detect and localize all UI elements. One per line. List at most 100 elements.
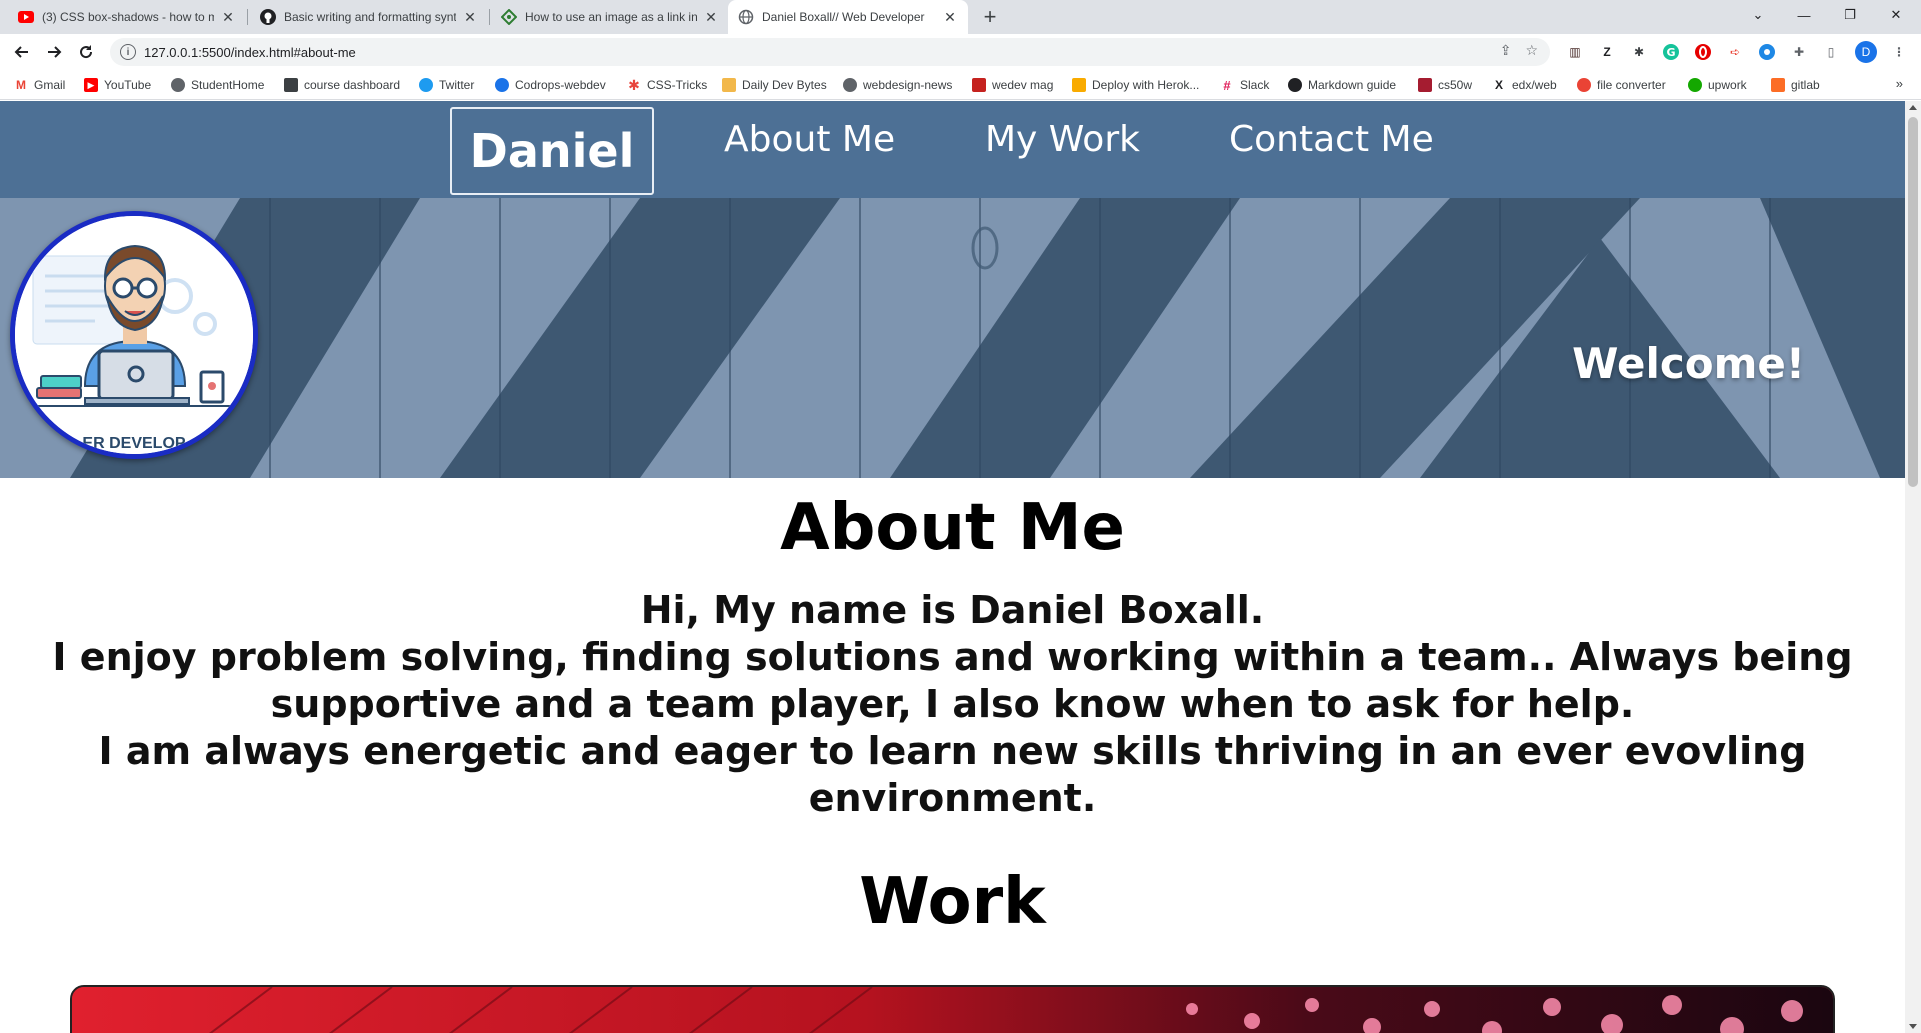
more-bookmarks-icon[interactable]: »: [1896, 76, 1903, 91]
upwork-icon: [1688, 78, 1702, 92]
close-icon[interactable]: ✕: [703, 9, 719, 25]
kebab-menu-icon[interactable]: ⋮: [1889, 42, 1909, 62]
site-navbar: Daniel About Me My Work Contact Me: [0, 101, 1905, 198]
svg-text:G: G: [1666, 46, 1675, 59]
bookmark-css-tricks[interactable]: ✱ CSS-Tricks: [627, 76, 707, 94]
csstricks-icon: ✱: [628, 76, 640, 93]
bookmarks-bar: M Gmail ▶ YouTube StudentHome course dashb…: [0, 70, 1921, 100]
bookmark-twitter[interactable]: Twitter: [419, 76, 474, 94]
extension-chat-icon[interactable]: [1757, 42, 1777, 62]
grammarly-icon[interactable]: G: [1661, 42, 1681, 62]
tab-title: (3) CSS box-shadows - how to m: [42, 10, 214, 24]
adblock-icon[interactable]: [1693, 42, 1713, 62]
bookmark-gmail[interactable]: M Gmail: [14, 76, 65, 94]
nav-link-contact-me[interactable]: Contact Me: [1229, 119, 1434, 160]
reload-icon[interactable]: [74, 40, 98, 64]
bookmark-label: file converter: [1597, 78, 1666, 92]
bookmark-file-converter[interactable]: file converter: [1577, 76, 1666, 94]
bookmark-star-icon[interactable]: ☆: [1525, 42, 1538, 59]
extension-audio-icon[interactable]: ▥: [1565, 42, 1585, 62]
bookmark-markdown-guide[interactable]: Markdown guide: [1288, 76, 1396, 94]
close-icon[interactable]: ✕: [942, 9, 958, 25]
bookmark-label: CSS-Tricks: [647, 78, 708, 92]
bookmark-gitlab[interactable]: gitlab: [1771, 76, 1820, 94]
bookmark-label: Slack: [1240, 78, 1270, 92]
page-scrollbar[interactable]: [1905, 101, 1921, 1033]
edx-icon: X: [1494, 78, 1503, 92]
close-icon[interactable]: ✕: [462, 9, 478, 25]
profile-avatar-image: ER DEVELOP: [10, 211, 258, 459]
work-project-card[interactable]: [70, 985, 1835, 1033]
bookmark-label: Daily Dev Bytes: [742, 78, 827, 92]
bookmark-label: course dashboard: [304, 78, 401, 92]
youtube-icon: ▶: [84, 78, 98, 92]
bookmark-label: edx/web: [1512, 78, 1557, 92]
address-bar[interactable]: i 127.0.0.1:5500/index.html#about-me ⇪ ☆: [110, 38, 1550, 66]
bookmark-label: wedev mag: [992, 78, 1054, 92]
nav-link-my-work[interactable]: My Work: [985, 119, 1140, 160]
bookmark-daily-dev-bytes[interactable]: Daily Dev Bytes: [722, 76, 827, 94]
nav-link-about-me[interactable]: About Me: [724, 119, 895, 160]
tab-title: Basic writing and formatting synt: [284, 10, 456, 24]
bookmark-course-dashboard[interactable]: course dashboard: [284, 76, 400, 94]
minimize-icon[interactable]: —: [1781, 0, 1827, 30]
bookmark-edx-web[interactable]: Xedx/web: [1492, 76, 1557, 94]
browser-tab-4-active[interactable]: Daniel Boxall// Web Developer ✕: [728, 0, 968, 34]
extension-sparkle-icon[interactable]: ✱: [1629, 42, 1649, 62]
codrops-icon: [495, 78, 509, 92]
scroll-down-icon[interactable]: [1909, 1024, 1917, 1029]
bytes-icon: [722, 78, 736, 92]
about-line-learning: I am always energetic and eager to learn…: [98, 729, 1807, 820]
bookmark-label: Twitter: [439, 78, 475, 92]
bookmark-upwork[interactable]: upwork: [1688, 76, 1747, 94]
bookmark-deploy-heroku[interactable]: Deploy with Herok...: [1072, 76, 1199, 94]
gitlab-icon: [1771, 78, 1785, 92]
gmail-icon: M: [16, 78, 26, 92]
forward-icon[interactable]: [42, 40, 66, 64]
browser-tab-1[interactable]: (3) CSS box-shadows - how to m ✕: [8, 0, 246, 34]
brand-logo-link[interactable]: Daniel: [450, 107, 654, 195]
bookmark-studenthome[interactable]: StudentHome: [171, 76, 264, 94]
tab-divider: [489, 9, 490, 25]
extension-arrow-icon[interactable]: ➪: [1725, 42, 1745, 62]
profile-avatar[interactable]: D: [1855, 41, 1877, 63]
back-icon[interactable]: [10, 40, 34, 64]
scroll-up-icon[interactable]: [1909, 105, 1917, 110]
close-window-icon[interactable]: ✕: [1873, 0, 1919, 30]
bookmark-label: Deploy with Herok...: [1092, 78, 1200, 92]
github-icon: [260, 9, 276, 25]
twitter-icon: [419, 78, 433, 92]
browser-tab-2[interactable]: Basic writing and formatting synt ✕: [250, 0, 488, 34]
bookmark-youtube[interactable]: ▶ YouTube: [84, 76, 151, 94]
developer-illustration: ER DEVELOP: [15, 216, 253, 454]
work-card-image: [72, 987, 1833, 1033]
bookmark-label: YouTube: [104, 78, 152, 92]
converter-icon: [1577, 78, 1591, 92]
bookmark-slack[interactable]: # Slack: [1220, 76, 1269, 94]
close-icon[interactable]: ✕: [220, 9, 236, 25]
tab-divider: [247, 9, 248, 25]
bookmark-label: Markdown guide: [1308, 78, 1397, 92]
extension-z-icon[interactable]: Z: [1597, 42, 1617, 62]
bookmark-webdesign-news[interactable]: webdesign-news: [843, 76, 952, 94]
browser-tab-3[interactable]: How to use an image as a link in ✕: [491, 0, 729, 34]
site-info-icon[interactable]: i: [120, 44, 136, 60]
bookmark-label: gitlab: [1791, 78, 1820, 92]
extensions-puzzle-icon[interactable]: ✚: [1789, 42, 1809, 62]
globe-icon: [843, 78, 857, 92]
webdevmag-icon: [972, 78, 986, 92]
bookmark-wedev-mag[interactable]: wedev mag: [972, 76, 1053, 94]
bookmark-cs50w[interactable]: cs50w: [1418, 76, 1472, 94]
about-line-name: Hi, My name is Daniel Boxall.: [640, 588, 1265, 632]
new-tab-button[interactable]: +: [978, 4, 1002, 29]
tab-search-icon[interactable]: ⌄: [1735, 0, 1781, 30]
diamond-icon: [501, 9, 517, 25]
restore-icon[interactable]: ❐: [1827, 0, 1873, 30]
slack-icon: #: [1223, 77, 1231, 93]
scrollbar-thumb[interactable]: [1908, 117, 1918, 487]
bookmark-codrops[interactable]: Codrops-webdev: [495, 76, 606, 94]
share-icon[interactable]: ⇪: [1500, 42, 1512, 59]
bookmark-label: cs50w: [1438, 78, 1473, 92]
url-text[interactable]: 127.0.0.1:5500/index.html#about-me: [144, 45, 356, 60]
side-panel-icon[interactable]: ▯: [1821, 42, 1841, 62]
